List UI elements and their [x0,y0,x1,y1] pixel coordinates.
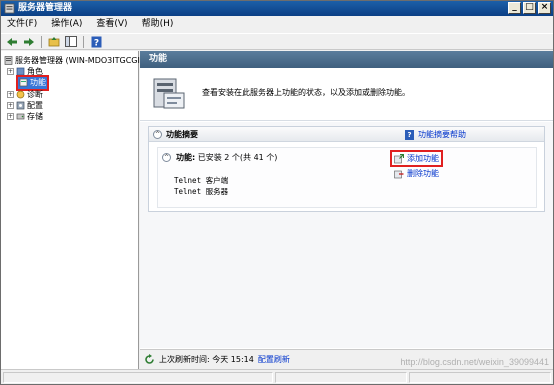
status-cell [409,372,551,383]
refresh-icon [145,354,154,364]
console-tree-icon [65,36,77,47]
pane-header: 功能 [140,51,553,68]
collapse-panel-button[interactable]: ^ [153,130,162,139]
help-icon: ? [405,129,414,140]
add-features-link[interactable]: 添加功能 [390,150,443,167]
toolbar: ? [1,33,553,50]
tree-item-label: 存储 [27,112,43,121]
folder-up-icon [48,37,60,47]
back-arrow-icon [7,37,17,46]
configure-refresh-link[interactable]: 配置刷新 [258,354,290,365]
installed-feature: Telnet 客户端 [174,176,229,185]
intro-section: 查看安装在此服务器上功能的状态，以及添加或删除功能。 [140,68,553,121]
title-bar[interactable]: 服务器管理器 _ □ × [1,1,553,16]
features-status: 功能: 已安装 2 个(共 41 个) [176,152,277,163]
tree-item-configuration[interactable]: + 配置 [7,100,43,111]
last-refresh-text: 上次刷新时间: 今天 15:14 [159,355,254,364]
installed-feature: Telnet 服务器 [174,187,229,196]
tree-item-diagnostics[interactable]: + 诊断 [7,89,43,100]
add-features-label: 添加功能 [407,154,439,163]
configuration-icon [16,101,25,110]
pane-description: 查看安装在此服务器上功能的状态，以及添加或删除功能。 [202,88,410,97]
window-title: 服务器管理器 [18,3,73,13]
storage-icon [16,113,25,120]
maximize-button[interactable]: □ [523,2,536,14]
server-manager-window: 服务器管理器 _ □ × 文件(F) 操作(A) 查看(V) 帮助(H) ? 服… [0,0,554,385]
summary-area: ^ 功能摘要 ? 功能摘要帮助 ^ 功能: 已安装 2 个(共 41 个) Te… [140,122,553,348]
minimize-button[interactable]: _ [508,2,521,14]
back-button[interactable] [5,35,19,48]
remove-features-label: 删除功能 [407,169,439,178]
expand-toggle[interactable]: + [7,68,14,75]
collapse-section-button[interactable]: ^ [162,153,171,162]
menu-action[interactable]: 操作(A) [51,17,82,31]
expand-toggle[interactable]: + [7,113,14,120]
forward-arrow-icon [24,37,34,46]
forward-button[interactable] [22,35,36,48]
expand-toggle[interactable]: + [7,91,14,98]
toolbar-separator [83,35,84,48]
remove-features-link[interactable]: 删除功能 [394,168,439,179]
diagnostics-icon [16,90,25,99]
features-icon [19,78,28,86]
console-tree: 服务器管理器 (WIN-MDO3ITGCGI + 角色 功能 + 诊断 + 配置 [1,51,140,369]
features-label: 功能: [176,153,196,162]
status-cell [275,372,407,383]
expand-toggle[interactable]: + [7,102,14,109]
help-button[interactable]: ? [89,35,103,48]
features-summary-panel: ^ 功能摘要 ? 功能摘要帮助 ^ 功能: 已安装 2 个(共 41 个) Te… [148,126,545,212]
watermark: http://blog.csdn.net/weixin_39099441 [400,357,549,367]
show-hide-tree-button[interactable] [64,35,78,48]
tree-item-label: 配置 [27,101,43,110]
server-icon [4,56,13,65]
panel-title: 功能摘要 [166,130,198,139]
tree-item-label: 功能 [30,77,46,87]
tree-root[interactable]: 服务器管理器 (WIN-MDO3ITGCGI [4,55,140,66]
server-manager-icon [4,3,15,14]
status-bar [1,369,553,384]
tree-item-label: 诊断 [27,90,43,99]
toolbar-separator [41,35,42,48]
menu-view[interactable]: 查看(V) [96,17,127,31]
tree-item-storage[interactable]: + 存储 [7,111,43,122]
status-cell [3,372,273,383]
help-icon: ? [91,36,101,48]
close-button[interactable]: × [538,2,551,14]
panel-header: ^ 功能摘要 ? 功能摘要帮助 [149,127,544,142]
features-count: 已安装 2 个(共 41 个) [197,153,278,162]
remove-features-icon [394,170,404,178]
features-large-icon [153,78,185,109]
tree-root-label: 服务器管理器 (WIN-MDO3ITGCGI [15,56,140,65]
menu-help[interactable]: 帮助(H) [142,17,174,31]
svg-text:?: ? [93,38,98,48]
summary-help-link[interactable]: ? 功能摘要帮助 [405,129,466,140]
summary-help-label: 功能摘要帮助 [418,130,466,139]
menu-file[interactable]: 文件(F) [7,17,37,31]
up-folder-button[interactable] [47,35,61,48]
features-section: ^ 功能: 已安装 2 个(共 41 个) Telnet 客户端 Telnet … [157,147,537,208]
details-pane: 功能 查看安装在此服务器上功能的状态，以及添加或删除功能。 ^ 功能摘要 ? 功… [140,51,553,369]
tree-item-features[interactable]: 功能 [16,74,49,91]
add-features-icon [394,153,404,163]
menu-bar: 文件(F) 操作(A) 查看(V) 帮助(H) [1,16,553,32]
